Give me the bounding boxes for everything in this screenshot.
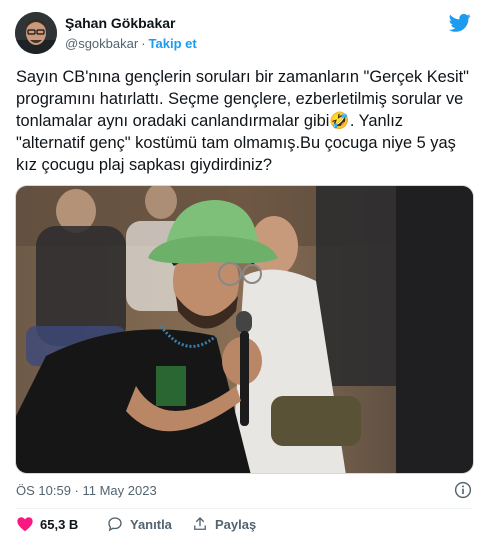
follow-button[interactable]: Takip et xyxy=(149,36,197,51)
tweet-text: Sayın CB'nına gençlerin soruları bir zam… xyxy=(16,68,474,174)
reply-label: Yanıtla xyxy=(130,516,172,532)
author-handle[interactable]: @sgokbakar xyxy=(65,36,138,51)
reply-button[interactable]: Yanıtla xyxy=(106,515,172,533)
reply-icon xyxy=(108,517,122,532)
tweet-card: Şahan Gökbakar @sgokbakar · Takip et Sayın… xyxy=(0,0,484,532)
like-count: 65,3 B xyxy=(40,516,79,532)
info-icon[interactable] xyxy=(454,481,472,499)
author-avatar[interactable] xyxy=(15,12,57,54)
separator-dot: · xyxy=(141,36,146,51)
tweet-timestamp[interactable]: ÖS 10:59 · 11 May 2023 xyxy=(16,483,157,498)
copy-label: Paylaş xyxy=(215,516,257,532)
author-name[interactable]: Şahan Gökbakar xyxy=(65,15,176,31)
copy-link-button[interactable]: Paylaş xyxy=(191,515,256,533)
author-handle-row: @sgokbakar · Takip et xyxy=(65,36,197,51)
divider xyxy=(16,508,472,509)
tweet-header: Şahan Gökbakar @sgokbakar · Takip et xyxy=(15,11,471,54)
like-button[interactable]: 65,3 B xyxy=(16,515,78,533)
tweet-photo[interactable] xyxy=(15,185,474,474)
tweet-actions: 65,3 B Yanıtla Paylaş xyxy=(16,515,472,535)
copy-link-icon xyxy=(194,517,206,530)
twitter-bird-icon[interactable] xyxy=(449,13,471,33)
heart-icon xyxy=(17,517,33,532)
